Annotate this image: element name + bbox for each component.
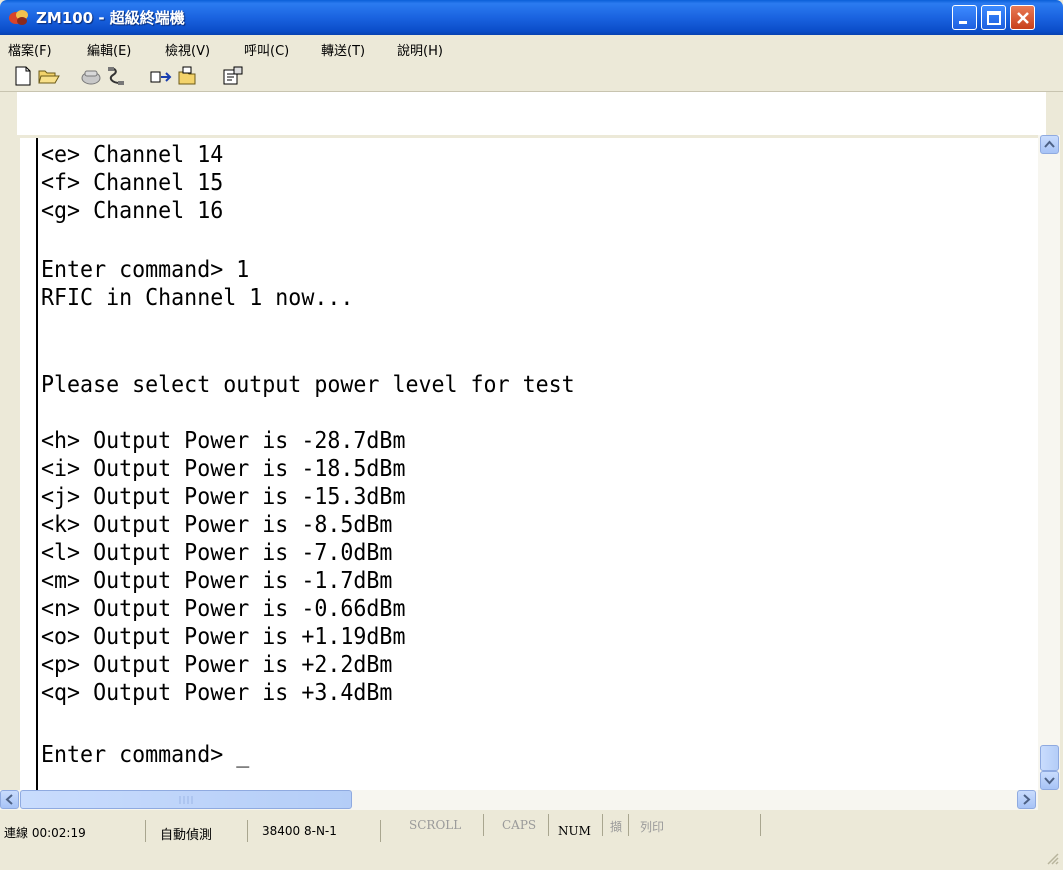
close-button[interactable] [1010,5,1035,30]
status-capture: 擷 [610,820,623,834]
terminal-line: <l> Output Power is -7.0dBm [41,538,393,566]
horizontal-scroll-thumb[interactable] [20,790,352,809]
status-num-lock: NUM [558,824,591,838]
title-bar[interactable]: ZM100 - 超級終端機 [0,0,1063,35]
terminal-line: Enter command> 1 [41,255,250,283]
maximize-icon [987,11,1001,25]
open-icon[interactable] [38,66,60,86]
terminal-line: <k> Output Power is -8.5dBm [41,510,393,538]
terminal-line: <m> Output Power is -1.7dBm [41,566,393,594]
status-divider [760,814,761,836]
send-icon[interactable] [150,66,172,86]
status-bar: 連線 00:02:19 自動偵測 38400 8-N-1 SCROLL CAPS… [0,810,1063,870]
toolbar [0,61,1063,92]
hyperterminal-icon [9,10,28,25]
properties-icon[interactable] [222,66,244,86]
menu-edit[interactable]: 編輯(E) [87,40,131,59]
maximize-button[interactable] [981,5,1006,30]
receive-icon[interactable] [176,66,198,86]
close-icon [1017,12,1029,24]
terminal-line: <f> Channel 15 [41,168,224,196]
status-scroll-lock: SCROLL [409,818,462,832]
menu-help[interactable]: 說明(H) [397,40,443,59]
status-divider [628,814,629,836]
status-print-echo: 列印 [640,820,665,834]
terminal-line: <p> Output Power is +2.2dBm [41,650,393,678]
scroll-right-button[interactable] [1017,790,1036,809]
terminal-line: RFIC in Channel 1 now... [41,283,354,311]
terminal-top-band [17,92,1046,135]
minimize-button[interactable] [952,5,977,30]
terminal-left-border [0,92,17,792]
terminal-line: <h> Output Power is -28.7dBm [41,426,406,454]
hyperterminal-window: ZM100 - 超級終端機 檔案(F) 編輯(E) 檢視(V) 呼叫(C) 轉送… [0,0,1063,870]
terminal-line: Enter command> _ [41,740,250,768]
terminal-line: <i> Output Power is -18.5dBm [41,454,406,482]
horizontal-scrollbar[interactable] [0,790,1038,810]
terminal-line: <g> Channel 16 [41,196,224,224]
status-divider [548,814,549,836]
status-divider [602,814,603,836]
chevron-up-icon [1044,140,1055,148]
status-divider [145,820,146,842]
terminal-line: <j> Output Power is -15.3dBm [41,482,406,510]
vertical-scroll-thumb[interactable] [1040,745,1059,771]
resize-grip-icon[interactable] [1044,850,1060,866]
status-divider [483,814,484,836]
vertical-scrollbar[interactable] [1038,135,1060,790]
terminal-line: <n> Output Power is -0.66dBm [41,594,406,622]
menu-file[interactable]: 檔案(F) [8,40,52,59]
chevron-right-icon [1023,794,1031,805]
menu-call[interactable]: 呼叫(C) [244,40,289,59]
menu-view[interactable]: 檢視(V) [165,40,210,59]
grip-icon [179,796,193,804]
terminal-left-margin-line [36,138,38,790]
terminal-line: Please select output power level for tes… [41,370,575,398]
terminal-line: <e> Channel 14 [41,140,224,168]
scroll-down-button[interactable] [1040,771,1059,790]
menu-transfer[interactable]: 轉送(T) [321,40,365,59]
chevron-down-icon [1044,777,1055,785]
status-auto-detect: 自動偵測 [160,828,213,843]
status-caps-lock: CAPS [502,818,537,832]
status-port-settings: 38400 8-N-1 [262,824,337,838]
minimize-icon [959,21,967,24]
window-title: ZM100 - 超級終端機 [36,9,185,27]
scroll-left-button[interactable] [0,790,19,809]
status-divider [247,820,248,842]
terminal-line: <q> Output Power is +3.4dBm [41,678,393,706]
terminal-line: <o> Output Power is +1.19dBm [41,622,406,650]
chevron-left-icon [5,794,13,805]
scroll-up-button[interactable] [1040,135,1059,154]
call-icon[interactable] [104,66,126,86]
menu-bar: 檔案(F) 編輯(E) 檢視(V) 呼叫(C) 轉送(T) 說明(H) [0,35,1063,61]
status-divider [380,820,381,842]
status-connection-time: 連線 00:02:19 [4,826,86,840]
disconnect-icon[interactable] [80,66,102,86]
new-icon[interactable] [12,66,34,86]
